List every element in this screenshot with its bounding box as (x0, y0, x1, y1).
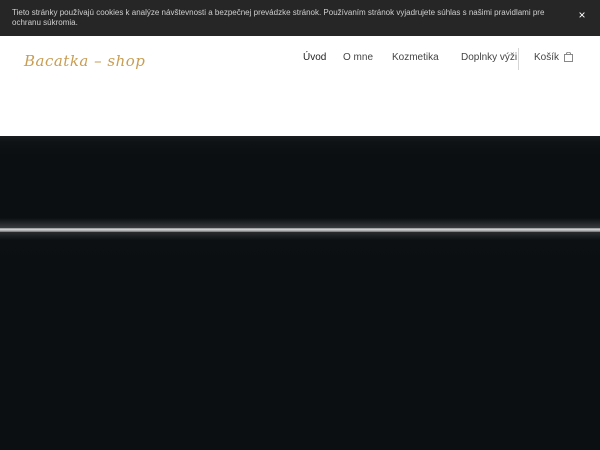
nav-item-doplnky[interactable]: Doplnky výži (461, 52, 517, 66)
nav-item-kozmetika[interactable]: Kozmetika (392, 52, 439, 66)
nav-divider (518, 48, 519, 70)
nav-item-o-mne[interactable]: O mne (343, 52, 373, 66)
shopping-bag-icon[interactable] (564, 52, 573, 62)
close-icon[interactable]: × (575, 8, 589, 22)
cart-link[interactable]: Košík (534, 52, 559, 66)
hero-upper-band (0, 136, 600, 228)
nav-item-uvod[interactable]: Úvod (303, 52, 326, 66)
hero-lower-band (0, 232, 600, 450)
cookie-banner: Tieto stránky používajú cookies k analýz… (0, 0, 600, 36)
site-logo[interactable]: Bacatka – shop (22, 46, 146, 76)
site-header: Bacatka – shop Úvod O mne Kozmetika Dopl… (0, 36, 600, 136)
cookie-banner-text: Tieto stránky používajú cookies k analýz… (12, 8, 545, 27)
logo-text: Bacatka – shop (23, 52, 145, 70)
